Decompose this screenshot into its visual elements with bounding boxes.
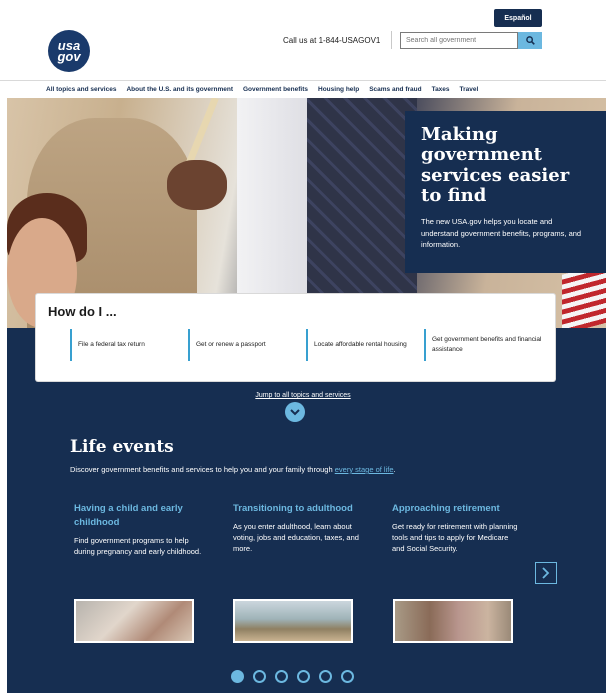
link-rental-housing[interactable]: Locate affordable rental housing <box>306 329 424 361</box>
life-event-text: Find government programs to help during … <box>74 535 202 556</box>
how-do-i-links: File a federal tax return Get or renew a… <box>70 329 543 361</box>
life-event-adulthood: Transitioning to adulthood As you enter … <box>233 502 363 555</box>
carousel-dot-3[interactable] <box>275 670 288 683</box>
hero-hand <box>167 160 227 210</box>
carousel-dot-4[interactable] <box>297 670 310 683</box>
life-event-text: As you enter adulthood, learn about voti… <box>233 521 359 554</box>
espanol-button[interactable]: Español <box>494 9 542 27</box>
search-icon <box>525 36 535 45</box>
nav-government-benefits[interactable]: Government benefits <box>243 86 308 93</box>
search-input[interactable] <box>400 32 518 49</box>
jump-button[interactable] <box>285 402 305 422</box>
hero-title: Making government services easier to fin… <box>421 124 570 206</box>
life-events-description-text: Discover government benefits and service… <box>70 465 335 474</box>
search-button[interactable] <box>518 32 542 49</box>
how-do-i-card: How do I ... File a federal tax return G… <box>36 294 555 381</box>
carousel-dot-2[interactable] <box>253 670 266 683</box>
life-event-child: Having a child and early childhood Find … <box>74 502 204 557</box>
every-stage-link[interactable]: every stage of life <box>335 465 394 474</box>
life-event-title[interactable]: Having a child and early childhood <box>74 502 204 530</box>
carousel-dot-5[interactable] <box>319 670 332 683</box>
how-do-i-title: How do I ... <box>48 304 117 319</box>
life-event-retirement: Approaching retirement Get ready for ret… <box>392 502 522 555</box>
chevron-down-icon <box>290 408 300 415</box>
nav-taxes[interactable]: Taxes <box>432 86 450 93</box>
nav-all-topics[interactable]: All topics and services <box>46 86 116 93</box>
site-header: Español usa gov Call us at 1-844-USAGOV1 <box>0 0 606 80</box>
usagov-logo[interactable]: usa gov <box>48 30 90 72</box>
photo-young-adults[interactable] <box>233 599 353 643</box>
nav-about-us-government[interactable]: About the U.S. and its government <box>126 86 233 93</box>
life-events-title: Life events <box>70 437 174 457</box>
carousel-dot-6[interactable] <box>341 670 354 683</box>
nav-housing-help[interactable]: Housing help <box>318 86 359 93</box>
jump-to-topics-link[interactable]: Jump to all topics and services <box>0 392 606 399</box>
header-divider <box>391 31 392 49</box>
life-events-description: Discover government benefits and service… <box>70 465 396 474</box>
life-event-title[interactable]: Transitioning to adulthood <box>233 502 363 516</box>
nav-travel[interactable]: Travel <box>460 86 479 93</box>
photo-baby[interactable] <box>74 599 194 643</box>
photo-seniors[interactable] <box>393 599 513 643</box>
logo-text-gov: gov <box>57 49 81 64</box>
hero-description: The new USA.gov helps you locate and und… <box>421 217 582 249</box>
link-benefits-assistance[interactable]: Get government benefits and financial as… <box>424 329 542 361</box>
nav-scams-fraud[interactable]: Scams and fraud <box>369 86 421 93</box>
link-file-tax-return[interactable]: File a federal tax return <box>70 329 188 361</box>
main-nav: All topics and services About the U.S. a… <box>0 80 606 98</box>
hero-card: Making government services easier to fin… <box>405 111 606 273</box>
carousel-next-button[interactable] <box>535 562 557 584</box>
carousel-pagination <box>231 670 354 683</box>
life-event-text: Get ready for retirement with planning t… <box>392 521 518 554</box>
call-us-text: Call us at 1-844-USAGOV1 <box>283 36 381 45</box>
carousel-dot-1[interactable] <box>231 670 244 683</box>
chevron-right-icon <box>542 567 550 579</box>
link-passport[interactable]: Get or renew a passport <box>188 329 306 361</box>
life-events-description-end: . <box>393 465 396 474</box>
life-event-title[interactable]: Approaching retirement <box>392 502 522 516</box>
